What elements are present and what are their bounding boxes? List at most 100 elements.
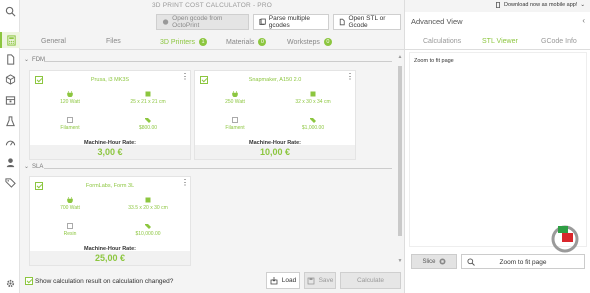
parse-gcodes-label: Parse multiple gcodes: [268, 15, 310, 29]
phone-icon: [496, 2, 500, 8]
open-file-icon: [339, 18, 345, 26]
show-result-checkbox[interactable]: [25, 277, 33, 285]
price-spec: $1,000.00: [283, 117, 343, 131]
slice-label: Slice: [422, 258, 436, 265]
tag-icon: [310, 118, 316, 123]
octoprint-label: Open gcode from OctoPrint: [172, 15, 223, 29]
scrollbar[interactable]: ▲ ▼: [397, 52, 403, 268]
save-label: Save: [318, 277, 334, 284]
zoom-to-fit-button[interactable]: Zoom to fit page: [461, 254, 585, 269]
printer-name: Snapmaker, A150 2.0: [248, 77, 302, 83]
chevron-down-icon: ⌄: [580, 2, 585, 8]
save-icon: [307, 277, 314, 284]
printer-card[interactable]: FormLabs, Form 3L ⋮ 700 Watt 33.5 x 20 x…: [29, 176, 191, 266]
bottom-bar: Show calculation result on calculation c…: [20, 269, 404, 293]
more-options-icon[interactable]: ⋮: [181, 179, 189, 187]
material-spec: Filament: [205, 117, 265, 131]
chevron-down-icon: ⌄: [24, 57, 30, 63]
file-icon[interactable]: [4, 53, 16, 65]
material-spec: Filament: [40, 117, 100, 131]
power-spec: 120 Watt: [40, 91, 100, 105]
printer-card[interactable]: Snapmaker, A150 2.0 ⋮ 250 Watt 32 x 30 x…: [194, 70, 356, 160]
save-button[interactable]: Save: [304, 272, 336, 289]
calculate-label: Calculate: [356, 277, 385, 284]
divider: [44, 61, 392, 62]
more-options-icon[interactable]: ⋮: [181, 73, 189, 81]
tag-icon: [145, 118, 151, 123]
printer-checkbox[interactable]: [200, 76, 208, 84]
chevron-down-icon: ⌄: [24, 164, 30, 170]
tab-materials[interactable]: Materials 0: [226, 38, 267, 46]
printers-count-badge: 1: [199, 38, 208, 46]
tab-calculations[interactable]: Calculations: [423, 38, 461, 45]
group-header-sla[interactable]: ⌄ SLA: [24, 163, 44, 171]
more-options-icon[interactable]: ⋮: [346, 73, 354, 81]
settings-icon[interactable]: [4, 277, 16, 289]
price-spec: $800.00: [118, 117, 178, 131]
tab-gcode-info[interactable]: GCode Info: [541, 38, 577, 45]
speedometer-icon[interactable]: [4, 136, 16, 148]
rate-value: 3,00 €: [30, 145, 190, 159]
group-header-fdm[interactable]: ⌄ FDM: [24, 56, 45, 64]
power-spec: 700 Watt: [40, 197, 100, 211]
load-icon: [270, 276, 278, 284]
printer-checkbox[interactable]: [35, 182, 43, 190]
nav-rail: [0, 0, 20, 293]
worker-icon[interactable]: [4, 156, 16, 168]
plug-icon: [67, 91, 73, 97]
dimensions-spec: 25 x 21 x 21 cm: [118, 91, 178, 105]
load-button[interactable]: Load: [266, 272, 300, 289]
advanced-view-pane: Download now as mobile app! ⌄ Advanced V…: [404, 0, 590, 293]
main-panel: 3D PRINT COST CALCULATOR - PRO Open gcod…: [20, 0, 404, 293]
dimensions-spec: 33.5 x 20 x 30 cm: [118, 197, 178, 211]
tab-files[interactable]: Files: [106, 38, 121, 45]
tab-stl-viewer[interactable]: STL Viewer: [482, 38, 518, 45]
pane-title: Advanced View: [411, 17, 463, 26]
group-name: SLA: [32, 163, 44, 170]
download-bar: Download now as mobile app! ⌄: [405, 0, 590, 12]
octoprint-icon: [162, 19, 169, 25]
collapse-icon[interactable]: ‹: [582, 16, 585, 25]
viewer-toolbar: Slice Zoom to fit page: [405, 252, 590, 272]
calculate-button[interactable]: Calculate: [340, 272, 401, 289]
printers-list: ⌄ FDM Prusa, i3 MK3S ⋮ 120 Watt 25 x 21 …: [20, 52, 396, 268]
files-icon: [259, 18, 266, 25]
scroll-up-icon[interactable]: ▲: [397, 54, 403, 60]
printer-checkbox[interactable]: [35, 76, 43, 84]
tab-3d-printers[interactable]: 3D Printers 1: [160, 38, 208, 46]
print-progress-widget[interactable]: [548, 222, 582, 256]
pane-tabs: Calculations STL Viewer GCode Info: [405, 34, 590, 50]
tags-icon[interactable]: [4, 176, 16, 188]
slice-icon: [439, 258, 445, 265]
zoom-to-fit-label: Zoom to fit page: [499, 259, 547, 266]
rate-value: 25,00 €: [30, 251, 190, 265]
tag-icon: [145, 224, 151, 229]
tab-worksteps[interactable]: Worksteps 0: [287, 38, 332, 46]
printer-name: Prusa, i3 MK3S: [90, 77, 130, 83]
parse-gcodes-button[interactable]: Parse multiple gcodes: [253, 14, 329, 30]
main-tabs: General Files 3D Printers 1 Materials 0 Wo…: [20, 34, 404, 50]
material-spec: Resin: [40, 223, 100, 237]
slice-button[interactable]: Slice: [411, 254, 457, 269]
download-link[interactable]: Download now as mobile app! ⌄: [495, 2, 585, 8]
rate-value: 10,00 €: [195, 145, 355, 159]
flask-icon[interactable]: [4, 115, 16, 127]
load-label: Load: [281, 277, 297, 284]
zoom-hint: Zoom to fit page: [414, 58, 454, 64]
scroll-down-icon[interactable]: ▼: [397, 258, 403, 264]
cube-icon[interactable]: [4, 73, 16, 85]
printer-card[interactable]: Prusa, i3 MK3S ⋮ 120 Watt 25 x 21 x 21 c…: [29, 70, 191, 160]
calculator-icon[interactable]: [0, 32, 20, 48]
open-file-button[interactable]: Open STL or Gcode: [333, 14, 401, 30]
tab-general[interactable]: General: [41, 38, 66, 45]
search-icon[interactable]: [4, 5, 16, 17]
octoprint-button[interactable]: Open gcode from OctoPrint: [156, 14, 249, 30]
materials-count-badge: 0: [258, 38, 267, 46]
plug-icon: [67, 197, 73, 203]
scrollbar-thumb[interactable]: [398, 66, 402, 236]
material-icon: [67, 223, 73, 229]
price-spec: $10,000.00: [118, 223, 178, 237]
printer-icon[interactable]: [4, 94, 16, 106]
stl-viewer-canvas[interactable]: [409, 52, 587, 247]
app-window: 3D PRINT COST CALCULATOR - PRO Open gcod…: [0, 0, 590, 293]
